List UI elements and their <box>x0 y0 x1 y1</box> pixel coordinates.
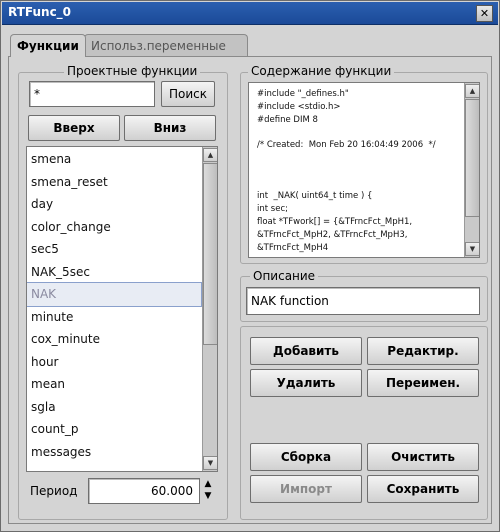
clear-button[interactable]: Очистить <box>367 443 479 471</box>
function-list-item[interactable]: mean <box>27 373 201 396</box>
code-line: int _NAK( uint64_t time ) { <box>257 191 373 202</box>
build-button[interactable]: Сборка <box>250 443 362 471</box>
import-button[interactable]: Импорт <box>250 475 362 503</box>
function-list-item[interactable]: day <box>27 193 201 216</box>
function-list-item[interactable]: NAK <box>27 282 202 307</box>
move-up-button[interactable]: Вверх <box>28 115 120 141</box>
period-label: Период <box>30 484 78 498</box>
scroll-down-icon[interactable]: ▼ <box>203 456 217 470</box>
function-content-label: Содержание функции <box>248 64 395 78</box>
code-line: &TFrncFct_MpH4 <box>257 242 329 253</box>
tab-functions[interactable]: Функции <box>10 34 86 57</box>
search-input-value: * <box>34 87 40 101</box>
period-spinner[interactable]: ▲ ▼ <box>201 478 215 502</box>
code-scroll-down-icon[interactable]: ▼ <box>465 242 479 256</box>
function-list-item[interactable]: smena_reset <box>27 171 201 194</box>
function-code-editor[interactable]: #include "_defines.h" #include <stdio.h> #… <box>248 82 480 258</box>
project-functions-label: Проектные функции <box>64 64 201 78</box>
rename-button[interactable]: Переимен. <box>367 369 479 397</box>
window-title: RTFunc_0 <box>8 5 72 19</box>
description-value: NAK function <box>251 294 329 308</box>
spin-up-icon[interactable]: ▲ <box>201 478 215 490</box>
tab-used-variables[interactable]: Использ.переменные <box>84 34 248 57</box>
function-list-item[interactable]: sec5 <box>27 238 201 261</box>
search-input[interactable]: * <box>29 81 155 107</box>
code-lines: #include "_defines.h" #include <stdio.h> #… <box>249 83 463 257</box>
scroll-up-icon[interactable]: ▲ <box>203 148 217 162</box>
add-button[interactable]: Добавить <box>250 337 362 365</box>
function-list-item[interactable]: minute <box>27 306 201 329</box>
code-line: &TFrncFct_MpH2, &TFrncFct_MpH3, <box>257 229 408 240</box>
code-line: #define DIM 8 <box>257 114 318 125</box>
save-button[interactable]: Сохранить <box>367 475 479 503</box>
function-list-item[interactable]: color_change <box>27 216 201 239</box>
title-bar[interactable]: RTFunc_0 ✕ <box>2 2 498 25</box>
search-button[interactable]: Поиск <box>161 81 215 107</box>
code-line: /* Created: Mon Feb 20 16:04:49 2006 */ <box>257 140 436 151</box>
function-list-item[interactable]: count_p <box>27 418 201 441</box>
function-list-item[interactable]: NAK_5sec <box>27 261 201 284</box>
description-label: Описание <box>250 269 319 283</box>
tab-used-variables-label: Использ.переменные <box>91 39 226 53</box>
code-line: #include "_defines.h" <box>257 89 349 99</box>
code-scrollbar[interactable]: ▲ ▼ <box>464 83 479 257</box>
move-down-button[interactable]: Вниз <box>124 115 216 141</box>
period-input[interactable]: 60.000 <box>88 478 200 504</box>
function-list-item[interactable]: sgla <box>27 396 201 419</box>
period-value: 60.000 <box>151 484 193 498</box>
close-icon[interactable]: ✕ <box>476 5 493 22</box>
function-list-item[interactable]: hour <box>27 351 201 374</box>
code-line: #include <stdio.h> <box>257 101 341 112</box>
description-field[interactable]: NAK function <box>246 287 480 315</box>
code-scroll-thumb[interactable] <box>465 99 479 217</box>
function-list-item[interactable]: cox_minute <box>27 328 201 351</box>
code-line: float *TFwork[] = {&TFrncFct_MpH1, <box>257 217 413 227</box>
code-scroll-up-icon[interactable]: ▲ <box>465 84 479 98</box>
function-list-scrollbar[interactable]: ▲ ▼ <box>202 147 217 471</box>
function-list[interactable]: smena smena_reset day color_change sec5 NAK_5… <box>26 146 218 472</box>
delete-button[interactable]: Удалить <box>250 369 362 397</box>
tab-functions-label: Функции <box>17 39 79 53</box>
spin-down-icon[interactable]: ▼ <box>201 490 215 502</box>
edit-button[interactable]: Редактир. <box>367 337 479 365</box>
scroll-thumb[interactable] <box>203 163 217 345</box>
function-list-items: smena smena_reset day color_change sec5 NAK_5… <box>27 148 202 464</box>
function-list-item[interactable]: smena <box>27 148 201 171</box>
function-list-item[interactable]: messages <box>27 441 201 464</box>
code-line: int sec; <box>257 204 288 215</box>
